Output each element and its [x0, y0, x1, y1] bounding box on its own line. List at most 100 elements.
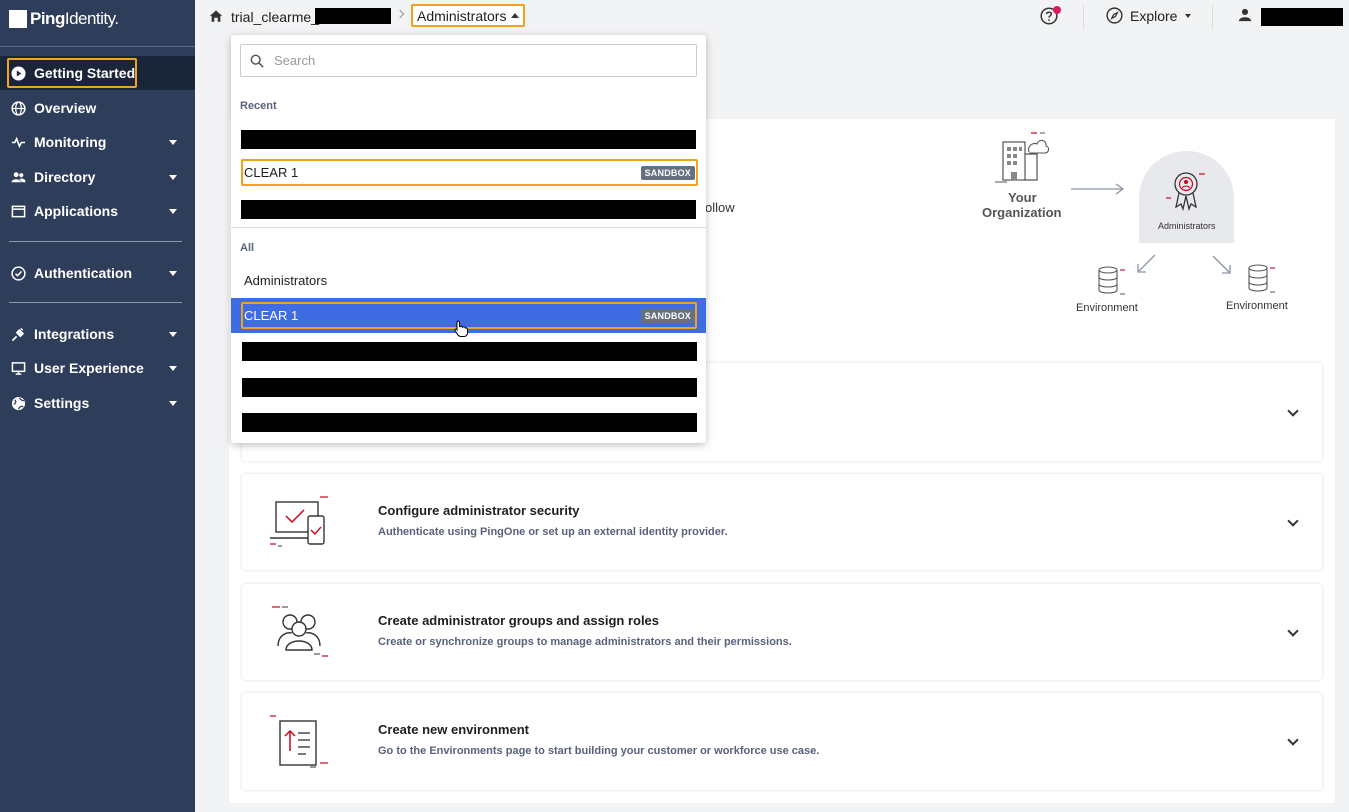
- chevron-down-icon[interactable]: [1287, 625, 1299, 637]
- organization-switcher[interactable]: Administrators: [411, 4, 526, 27]
- sidebar-item-user-experience[interactable]: User Experience: [0, 351, 195, 385]
- diagram-env-left: Environment: [1076, 302, 1138, 314]
- topbar-divider: [1212, 4, 1213, 29]
- topbar-divider: [1083, 4, 1084, 29]
- chevron-down-icon: [169, 209, 177, 214]
- globe-icon: [10, 100, 26, 116]
- chevron-down-icon: [169, 401, 177, 406]
- ping-identity-logo[interactable]: PingIdentity.: [9, 9, 119, 29]
- organization-name: Administrators: [417, 7, 507, 24]
- globe-icon: [10, 395, 26, 411]
- dropdown-item-label: CLEAR 1: [244, 165, 299, 180]
- sidebar-item-integrations[interactable]: Integrations: [0, 317, 195, 351]
- search-input[interactable]: [274, 53, 654, 68]
- all-section-label: All: [240, 242, 255, 254]
- monitor-icon: [10, 360, 26, 376]
- compass-icon: [1106, 7, 1123, 24]
- award-badge-icon: [1163, 166, 1209, 219]
- sidebar-item-settings[interactable]: Settings: [0, 386, 195, 420]
- pulse-icon: [10, 134, 26, 150]
- sidebar-item-applications[interactable]: Applications: [0, 194, 195, 228]
- redacted-environment-name: [315, 8, 391, 24]
- sidebar-divider: [9, 302, 182, 303]
- breadcrumb-environment[interactable]: trial_clearme_: [231, 9, 319, 25]
- task-description: Go to the Environments page to start bui…: [378, 745, 820, 757]
- sidebar: PingIdentity. Getting Started Overview M…: [0, 0, 195, 812]
- plug-icon: [10, 326, 26, 342]
- redacted-item: [242, 342, 697, 361]
- arrow-down-right-icon: [1211, 254, 1233, 281]
- search-field[interactable]: [240, 44, 697, 77]
- task-title: Configure administrator security: [378, 503, 580, 518]
- chevron-down-icon: [169, 271, 177, 276]
- database-icon: [1244, 262, 1278, 301]
- chevron-down-icon[interactable]: [1287, 734, 1299, 746]
- dropdown-item-redacted[interactable]: [231, 369, 706, 402]
- sidebar-item-overview[interactable]: Overview: [0, 91, 195, 125]
- sidebar-item-authentication[interactable]: Authentication: [0, 256, 195, 290]
- sidebar-divider: [9, 241, 182, 242]
- dropdown-item-clear1-selected[interactable]: CLEAR 1 SANDBOX: [231, 298, 706, 337]
- user-icon[interactable]: [1238, 8, 1252, 27]
- dropdown-item-recent-clear1[interactable]: CLEAR 1 SANDBOX: [231, 156, 706, 189]
- sidebar-item-label: Monitoring: [34, 134, 107, 150]
- arrow-down-left-icon: [1135, 253, 1157, 280]
- logo-text: PingIdentity.: [30, 9, 119, 29]
- sandbox-badge: SANDBOX: [640, 309, 695, 323]
- building-icon: [993, 130, 1050, 191]
- highlight-outline: [241, 159, 698, 186]
- logo-bold: Ping: [30, 9, 65, 28]
- sidebar-item-monitoring[interactable]: Monitoring: [0, 125, 195, 159]
- sidebar-item-getting-started[interactable]: Getting Started: [0, 56, 195, 90]
- redacted-user-name: [1261, 8, 1343, 26]
- recent-section-label: Recent: [240, 100, 277, 112]
- arrow-right-icon: [1070, 182, 1126, 201]
- task-title: Create new environment: [378, 722, 529, 737]
- dropdown-item-recent-redacted[interactable]: [231, 123, 706, 156]
- explore-menu[interactable]: Explore: [1106, 7, 1192, 24]
- top-bar: trial_clearme_ Administrators Explore: [195, 0, 1349, 34]
- chevron-down-icon[interactable]: [1287, 515, 1299, 527]
- dropdown-item-label: CLEAR 1: [244, 308, 299, 323]
- chevron-down-icon: [169, 332, 177, 337]
- chevron-down-icon: [169, 140, 177, 145]
- diagram-admin-label: Administrators: [1158, 221, 1216, 231]
- database-icon: [1094, 264, 1128, 303]
- highlight-outline: [7, 58, 137, 88]
- dropdown-item-redacted[interactable]: [231, 403, 706, 436]
- sidebar-item-label: User Experience: [34, 360, 144, 376]
- dropdown-divider: [231, 227, 706, 228]
- sidebar-divider: [0, 46, 195, 47]
- sidebar-item-label: Applications: [34, 203, 119, 219]
- task-card-new-environment[interactable]: Create new environment Go to the Environ…: [242, 693, 1322, 790]
- organization-dropdown: Recent CLEAR 1 SANDBOX All Administrator…: [231, 35, 706, 443]
- group-icon: [268, 604, 334, 667]
- diagram-org-line2: Organization: [982, 205, 1062, 220]
- sidebar-item-label: Settings: [34, 395, 90, 411]
- chevron-down-icon: [169, 366, 177, 371]
- dropdown-item-redacted[interactable]: [231, 334, 706, 367]
- redacted-item: [241, 200, 696, 219]
- chevron-up-icon: [511, 13, 520, 18]
- task-description: Authenticate using PingOne or set up an …: [378, 526, 728, 538]
- dropdown-item-administrators[interactable]: Administrators: [231, 264, 706, 297]
- users-icon: [10, 169, 26, 185]
- dropdown-item-recent-redacted[interactable]: [231, 192, 706, 225]
- task-card-admin-groups[interactable]: Create administrator groups and assign r…: [242, 584, 1322, 680]
- sidebar-item-directory[interactable]: Directory: [0, 160, 195, 194]
- sidebar-item-label: Authentication: [34, 265, 132, 281]
- partial-intro-text: ollow: [705, 200, 735, 215]
- dropdown-item-label: Administrators: [244, 273, 328, 288]
- notification-dot: [1053, 6, 1061, 14]
- document-upload-icon: [268, 713, 334, 776]
- chevron-down-icon[interactable]: [1287, 405, 1299, 417]
- task-description: Create or synchronize groups to manage a…: [378, 636, 792, 648]
- home-icon[interactable]: [209, 9, 223, 28]
- sidebar-item-label: Directory: [34, 169, 96, 185]
- window-icon: [10, 203, 26, 219]
- redacted-item: [241, 130, 696, 149]
- redacted-item: [242, 413, 697, 432]
- task-card-admin-security[interactable]: Configure administrator security Authent…: [242, 474, 1322, 570]
- logo-mark: [9, 10, 27, 28]
- redacted-item: [242, 378, 697, 397]
